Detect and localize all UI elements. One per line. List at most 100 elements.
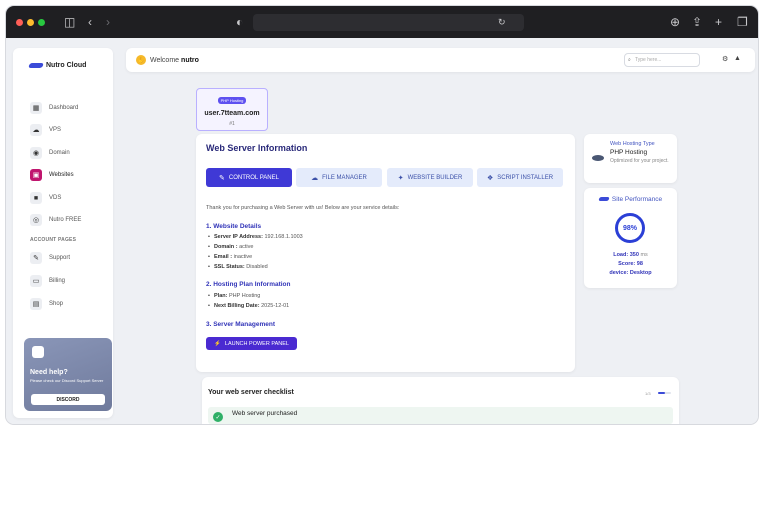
sidebar-item-domain[interactable]: ◉ Domain	[30, 146, 70, 160]
sidebar-item-vds[interactable]: ■ VDS	[30, 191, 61, 205]
launch-power-panel-button[interactable]: ⚡ LAUNCH POWER PANEL	[206, 337, 297, 350]
cloud-icon: ☁	[30, 124, 42, 136]
hosting-type-value: PHP Hosting	[610, 149, 648, 156]
detail-value: inactive	[233, 254, 253, 260]
sidebar-item-websites[interactable]: ▣ Websites	[30, 168, 74, 182]
globe-icon: ◉	[30, 147, 42, 159]
sidebar-item-nutro-free[interactable]: ◎ Nutro FREE	[30, 213, 81, 227]
minimize-window-button[interactable]	[27, 19, 34, 26]
tab-label: WEBSITE BUILDER	[407, 174, 463, 181]
hosting-type-card: Web Hosting Type PHP Hosting Optimized f…	[584, 134, 677, 183]
detail-value: 2025-12-01	[261, 303, 290, 309]
tabs-icon[interactable]: ❐	[737, 14, 748, 30]
address-bar[interactable]	[253, 14, 524, 31]
tab-label: CONTROL PANEL	[228, 174, 279, 181]
checklist-item[interactable]: ✓ Web server purchased	[208, 407, 673, 424]
server-disk-icon	[592, 155, 604, 161]
gear-icon[interactable]: ⚙	[722, 55, 728, 63]
site-performance-card: Site Performance 98% Load: 350 ms Score:…	[584, 188, 677, 288]
forward-icon[interactable]: ›	[106, 14, 110, 30]
performance-title: Site Performance	[584, 196, 677, 203]
welcome-text: Welcome	[150, 56, 180, 64]
account-pages-heading: ACCOUNT PAGES	[30, 237, 77, 243]
detail-key: SSL Status:	[214, 264, 245, 270]
score-label: Score:	[618, 261, 636, 267]
bell-icon[interactable]: ▲	[734, 55, 741, 62]
zoom-window-button[interactable]	[38, 19, 45, 26]
tool-icon: ✎	[219, 174, 225, 182]
search-icon: ⌕	[628, 57, 631, 63]
monitor-icon: ▣	[30, 169, 42, 181]
tab-website-builder[interactable]: ✦ WEBSITE BUILDER	[387, 168, 473, 187]
hosting-account-card[interactable]: PHP Hosting user.7tteam.com #1	[196, 88, 268, 131]
intro-text: Thank you for purchasing a Web Server wi…	[206, 205, 400, 211]
waving-hand-icon: ✋	[136, 55, 146, 65]
sidebar-item-support[interactable]: ✎ Support	[30, 251, 70, 265]
lightning-icon: ⚡	[214, 340, 221, 347]
shop-icon: ▤	[30, 298, 42, 310]
new-tab-icon[interactable]: +	[715, 14, 722, 30]
brand-name: Nutro Cloud	[46, 62, 87, 69]
tab-label: FILE MANAGER	[322, 174, 367, 181]
brand-mark-icon	[28, 62, 44, 68]
detail-value: 192.168.1.1003	[264, 234, 303, 240]
detail-email: Email : inactive	[208, 254, 253, 260]
checklist-item-label: Web server purchased	[232, 410, 298, 417]
brand-logo[interactable]: Nutro Cloud	[28, 62, 87, 69]
score-value: 98	[636, 261, 643, 267]
detail-plan: Plan: PHP Hosting	[208, 293, 261, 299]
detail-key: Server IP Address:	[214, 234, 263, 240]
discord-button[interactable]: DISCORD	[31, 394, 105, 405]
hosting-plan-heading: 2. Hosting Plan Information	[206, 281, 291, 288]
sidebar-item-label: VDS	[49, 195, 62, 201]
server-management-heading: 3. Server Management	[206, 321, 276, 328]
hosting-username: user.7tteam.com	[204, 110, 260, 117]
detail-value: Disabled	[246, 264, 268, 270]
detail-key: Domain :	[214, 244, 238, 250]
page-title: Web Server Information	[206, 143, 308, 153]
checklist-progress-text: 1/3	[645, 391, 651, 396]
search-placeholder: Type here...	[635, 57, 662, 63]
device-value: Desktop	[629, 270, 652, 276]
close-window-button[interactable]	[16, 19, 23, 26]
detail-value: PHP Hosting	[228, 293, 261, 299]
reload-icon[interactable]: ↻	[498, 14, 506, 30]
download-icon[interactable]: ⊕	[670, 14, 680, 30]
browser-titlebar: ◫ ‹ › ◐ ↻ ⊕ ⇪ + ❐	[6, 6, 758, 38]
detail-key: Next Billing Date:	[214, 303, 260, 309]
performance-title-text: Site Performance	[611, 196, 663, 203]
checklist-progress-fill	[658, 392, 665, 394]
sidebar-item-vps[interactable]: ☁ VPS	[30, 123, 61, 137]
tab-file-manager[interactable]: ☁ FILE MANAGER	[296, 168, 382, 187]
sidebar-item-label: Domain	[49, 150, 70, 156]
sidebar-item-label: Websites	[49, 172, 74, 178]
checklist-title: Your web server checklist	[208, 389, 294, 396]
server-icon: ■	[30, 192, 42, 204]
help-title: Need help?	[30, 369, 68, 376]
sidebar-item-label: Dashboard	[49, 105, 79, 111]
shield-icon[interactable]: ◐	[236, 14, 243, 30]
tab-script-installer[interactable]: ❖ SCRIPT INSTALLER	[477, 168, 563, 187]
sidebar-icon[interactable]: ◫	[64, 14, 75, 30]
share-icon[interactable]: ⇪	[692, 14, 702, 30]
sidebar-item-label: Billing	[49, 278, 66, 284]
home-icon: ▦	[30, 102, 42, 114]
sidebar-item-billing[interactable]: ▭ Billing	[30, 274, 65, 288]
sidebar-item-shop[interactable]: ▤ Shop	[30, 297, 63, 311]
brush-icon: ✦	[397, 174, 404, 182]
brand-mark-icon	[598, 197, 610, 202]
check-icon: ✓	[213, 412, 223, 422]
search-input[interactable]: ⌕ Type here...	[624, 53, 700, 67]
hosting-type-subtitle: Optimized for your project.	[610, 158, 669, 164]
device: device: Desktop	[584, 270, 677, 276]
sidebar-item-label: Support	[49, 255, 71, 261]
gift-icon: ◎	[30, 214, 42, 226]
top-navbar: ✋ Welcome nutro ⌕ Type here... ⚙ ▲	[126, 48, 755, 72]
browser-window: ◫ ‹ › ◐ ↻ ⊕ ⇪ + ❐ Nutro Cloud ▦ Dashboar…	[6, 6, 758, 424]
load-label: Load:	[613, 252, 629, 258]
sidebar-item-dashboard[interactable]: ▦ Dashboard	[30, 101, 78, 115]
website-details-heading: 1. Website Details	[206, 223, 262, 230]
back-icon[interactable]: ‹	[88, 14, 92, 30]
detail-key: Email :	[214, 254, 233, 260]
tab-control-panel[interactable]: ✎ CONTROL PANEL	[206, 168, 292, 187]
